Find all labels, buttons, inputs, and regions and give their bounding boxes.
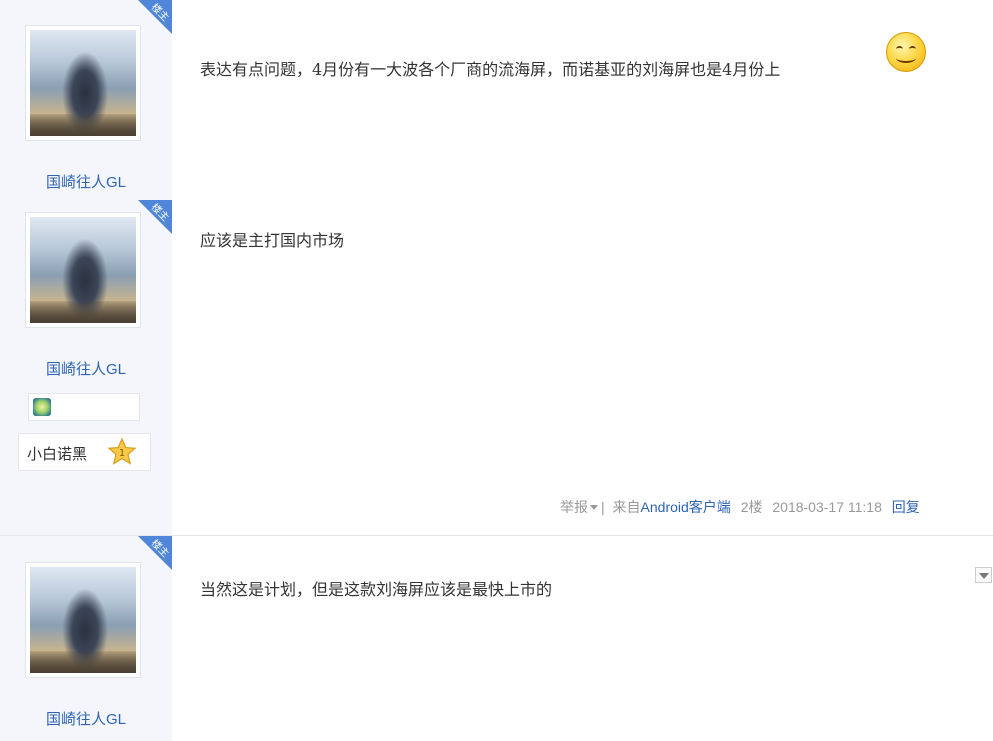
avatar-image (30, 567, 136, 673)
post-datetime: 2018-03-17 11:18 (772, 499, 882, 515)
avatar-image (30, 217, 136, 323)
post-1-username[interactable]: 国崎往人GL (0, 171, 172, 192)
smile-emoji-icon (886, 32, 926, 72)
meta-separator: | (601, 499, 605, 515)
post-3-content: 当然这是计划，但是这款刘海屏应该是最快上市的 (200, 580, 553, 599)
post-2-content: 应该是主打国内市场 (200, 231, 345, 250)
chevron-down-icon[interactable] (975, 567, 992, 583)
level-number: 1 (119, 448, 125, 459)
reply-link[interactable]: 回复 (892, 497, 920, 517)
member-level-box[interactable]: 小白诺黑 1 (18, 433, 151, 471)
from-prefix: 来自 (612, 499, 641, 515)
report-caret-icon[interactable] (590, 504, 598, 510)
post-2-avatar[interactable] (25, 212, 141, 328)
level-name: 小白诺黑 (27, 446, 88, 463)
client-link[interactable]: Android客户端 (641, 497, 731, 517)
post-3-username[interactable]: 国崎往人GL (0, 708, 172, 729)
post-3-avatar[interactable] (25, 562, 141, 678)
honor-badge-icon (33, 398, 51, 416)
post-3-op-badge: 楼主 (138, 536, 172, 570)
post-1-avatar[interactable] (25, 25, 141, 141)
post-2-op-badge: 楼主 (138, 200, 172, 234)
post-1-content: 表达有点问题，4月份有一大波各个厂商的流海屏，而诺基亚的刘海屏也是4月份上 (200, 60, 781, 79)
post-2-username[interactable]: 国崎往人GL (0, 358, 172, 379)
floor-number: 2楼 (740, 499, 763, 515)
post-2-meta: 举报 | 来自Android客户端 2楼 2018-03-17 11:18 回复 (560, 497, 920, 517)
report-link[interactable]: 举报 (560, 497, 588, 517)
honor-badge-box[interactable] (28, 393, 140, 421)
level-star-icon: 1 (107, 437, 137, 465)
avatar-image (30, 30, 136, 136)
post-1-op-badge: 楼主 (138, 0, 172, 34)
